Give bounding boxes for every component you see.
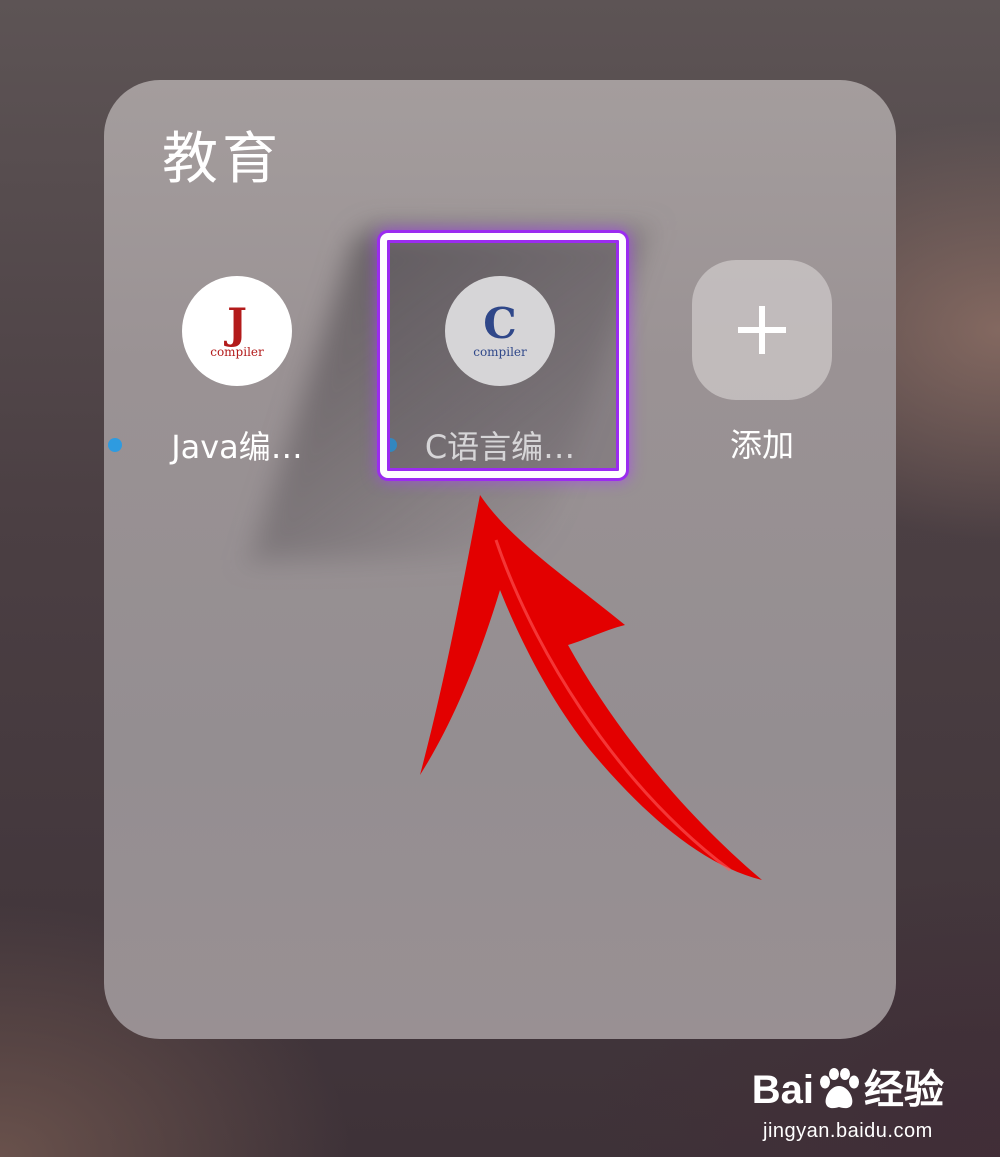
plus-icon [738,306,786,354]
app-label-java: Java编… [108,422,352,468]
watermark-brand-suffix: 经验 [864,1068,944,1112]
new-indicator-dot [108,438,122,452]
java-app-label-text: Java编… [171,428,303,466]
app-java-compiler[interactable]: J compiler Java编… [108,276,352,468]
baidu-jingyan-watermark: Bai 经验 jingyan.baidu.com [752,1068,944,1143]
java-compiler-logo-icon: J compiler [210,299,264,359]
app-label-add: 添加 [729,426,794,464]
annotation-arrow-icon [420,495,762,880]
folder-title[interactable]: 教育 [162,132,282,188]
add-app-button[interactable] [692,260,832,400]
watermark-url: jingyan.baidu.com [763,1120,933,1142]
app-add[interactable]: 添加 [647,260,877,466]
highlight-box [380,233,626,478]
paw-icon [820,1068,859,1109]
java-icon-sublabel: compiler [210,345,264,359]
java-compiler-app-icon[interactable]: J compiler [182,276,292,386]
java-icon-letter: J [223,299,247,348]
watermark-brand-prefix: Bai [751,1068,814,1112]
watermark-brand: Bai 经验 [752,1068,944,1112]
